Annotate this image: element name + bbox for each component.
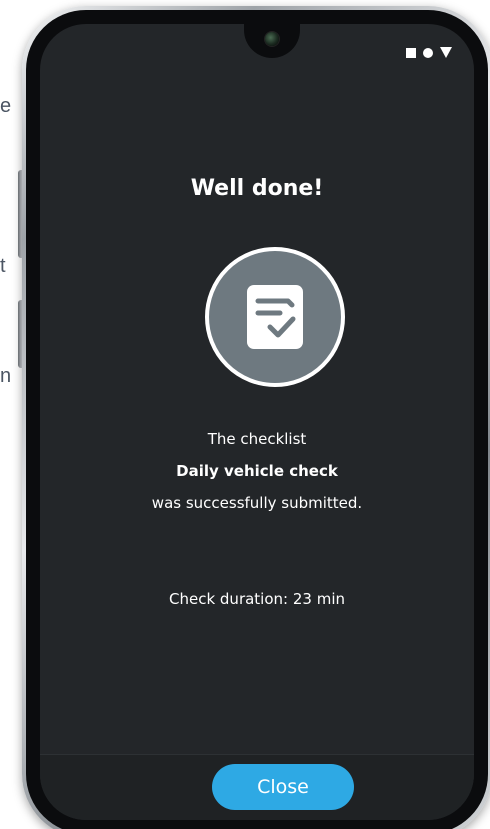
phone-frame: Well done! The checklist Daily vehicle c… [22, 6, 490, 829]
message-line: The checklist [207, 430, 307, 448]
circle-icon [423, 47, 433, 58]
triangle-icon [440, 47, 452, 58]
checklist-badge [205, 247, 345, 387]
check-duration: Check duration: 23 min [169, 590, 345, 608]
close-button[interactable]: Close [212, 764, 354, 810]
notch [244, 24, 300, 58]
front-camera-icon [265, 32, 279, 46]
page-title: Well done! [190, 176, 324, 201]
message-line: was successfully submitted. [151, 494, 363, 512]
status-bar [406, 47, 452, 58]
background-text-fragment: n [0, 365, 12, 387]
background-text-fragment: t [0, 255, 6, 277]
checklist-name: Daily vehicle check [176, 462, 338, 480]
background-text-fragment: e [0, 95, 12, 117]
phone-screen: Well done! The checklist Daily vehicle c… [40, 24, 474, 820]
phone-bezel: Well done! The checklist Daily vehicle c… [26, 10, 488, 829]
square-icon [406, 47, 416, 58]
checklist-icon [247, 285, 303, 349]
stage: e t n Well done! The checklist Daily veh… [0, 0, 490, 829]
